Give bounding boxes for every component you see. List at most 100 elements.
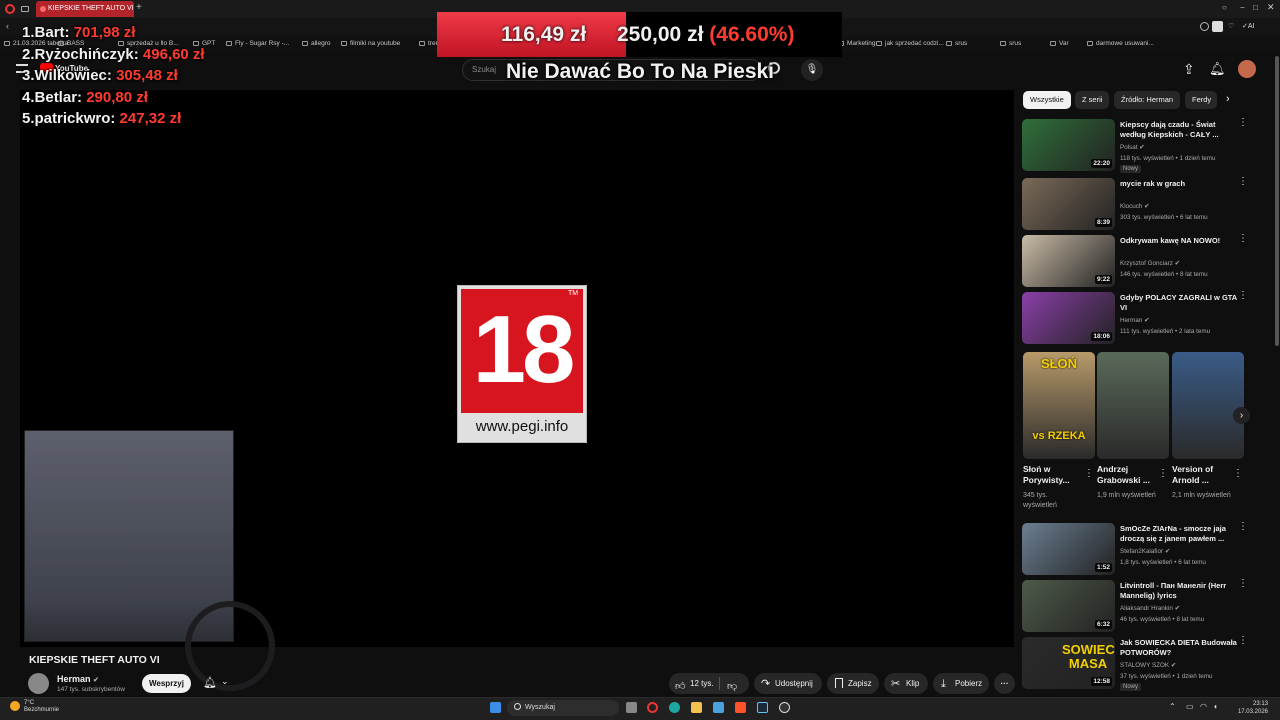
more-options-icon[interactable]: ⋮ <box>1084 468 1094 479</box>
notepad-icon[interactable] <box>713 702 724 713</box>
like-count[interactable]: 12 tys. <box>690 673 714 694</box>
video-thumbnail[interactable]: 1:52 <box>1022 523 1115 575</box>
more-options-icon[interactable]: ⋮ <box>1238 118 1248 128</box>
video-thumbnail[interactable]: 6:32 <box>1022 580 1115 632</box>
back-icon[interactable]: ‹ <box>6 21 9 31</box>
shorts-next-icon[interactable]: › <box>1233 407 1250 424</box>
more-options-icon[interactable]: ⋮ <box>1238 177 1248 187</box>
network-icon[interactable]: ▭ <box>1186 702 1194 711</box>
brave-icon[interactable] <box>735 702 746 713</box>
maximize-icon[interactable]: − <box>1240 3 1245 12</box>
video-thumbnail[interactable]: SOWIECKA MASA 12:58 <box>1022 637 1115 689</box>
bookmark-item[interactable]: darmowe usuwani... <box>1087 40 1154 47</box>
ai-button[interactable]: ✓AI <box>1242 22 1255 30</box>
more-options-icon[interactable]: ⋮ <box>1238 234 1248 244</box>
task-view-icon[interactable] <box>626 702 637 713</box>
more-options-icon[interactable]: ⋮ <box>1238 522 1248 532</box>
taskbar-search[interactable]: Wyszukaj <box>507 700 619 716</box>
share-button[interactable]: ↷ Udostępnij <box>754 673 822 694</box>
more-options-icon[interactable]: ⋮ <box>1238 291 1248 301</box>
download-button[interactable]: ⤓ Pobierz <box>933 673 989 694</box>
subscribe-bell-button[interactable]: 🔔︎ ⌄ <box>200 674 236 693</box>
chip-source[interactable]: Źródło: Herman <box>1114 91 1181 109</box>
video-duration: 22:20 <box>1091 159 1112 168</box>
close-window-icon[interactable]: ✕ <box>1267 2 1275 13</box>
weather-widget[interactable]: 7°C Bezchmurnie <box>10 700 59 714</box>
channel-avatar[interactable] <box>28 673 49 694</box>
wifi-icon[interactable]: ◠ <box>1200 702 1207 711</box>
video-thumbnail[interactable]: 18:06 <box>1022 292 1115 344</box>
edge-icon[interactable] <box>669 702 680 713</box>
notifications-icon[interactable]: 🔔︎ <box>1209 61 1226 77</box>
volume-icon[interactable]: ◖ <box>1213 702 1218 711</box>
bookmark-item[interactable]: allegro <box>302 40 331 47</box>
short-title[interactable]: Andrzej Grabowski ... <box>1097 464 1155 486</box>
more-options-icon[interactable]: ⋮ <box>1233 468 1243 479</box>
like-icon[interactable]: 👍︎ <box>675 676 685 697</box>
bookmark-item[interactable]: filmiki na youtube <box>341 40 400 47</box>
taskbar-clock[interactable]: 23:13 17.03.2026 <box>1228 700 1268 716</box>
short-thumbnail[interactable] <box>1172 352 1244 459</box>
recommendation-channel[interactable]: Herman ✔ <box>1120 317 1149 324</box>
recommendation-title[interactable]: Gdyby POLACY ZAGRALI w GTA VI <box>1120 293 1240 313</box>
file-explorer-icon[interactable] <box>691 702 702 713</box>
clip-button[interactable]: ✂ Klip <box>884 673 928 694</box>
more-options-icon[interactable]: ⋮ <box>1158 468 1168 479</box>
obs-icon[interactable] <box>779 702 790 713</box>
opera-icon[interactable] <box>5 4 15 14</box>
chip-series[interactable]: Z serii <box>1075 91 1110 109</box>
new-tab-icon[interactable]: + <box>136 2 142 13</box>
profile-icon[interactable] <box>1212 21 1223 32</box>
bookmark-item[interactable]: srus <box>946 40 967 47</box>
steam-icon[interactable] <box>757 702 768 713</box>
short-thumbnail[interactable] <box>1097 352 1169 459</box>
dislike-icon[interactable]: 👎︎ <box>727 676 737 697</box>
video-thumbnail[interactable]: 8:39 <box>1022 178 1115 230</box>
channel-name[interactable]: Herman ✔ <box>57 674 99 684</box>
more-actions-button[interactable]: ··· <box>994 673 1015 694</box>
chevron-right-icon[interactable]: › <box>1226 93 1230 105</box>
chip-all[interactable]: Wszystkie <box>1023 91 1071 109</box>
recommendation-title[interactable]: Odkrywam kawę NA NOWO! <box>1120 236 1240 246</box>
leaderboard-row: 4.Betlar: 290,80 zł <box>22 87 262 109</box>
support-button[interactable]: Wesprzyj <box>142 674 191 693</box>
browser-tab[interactable]: KIEPSKIE THEFT AUTO VI <box>36 1 134 17</box>
short-thumbnail[interactable]: SŁOŃ vs RZEKA <box>1023 352 1095 459</box>
restore-icon[interactable]: □ <box>1253 3 1258 12</box>
recommendation-channel[interactable]: Polsat ✔ <box>1120 144 1145 151</box>
recommendation-channel[interactable]: Klocuch ✔ <box>1120 203 1149 210</box>
create-icon[interactable]: ⇪ <box>1183 61 1195 78</box>
short-title[interactable]: Słoń w Porywisty... <box>1023 464 1081 486</box>
chip-ferdy[interactable]: Ferdy <box>1185 91 1217 109</box>
recommendation-channel[interactable]: Stefan2Kalafior ✔ <box>1120 548 1170 555</box>
minimize-icon[interactable]: ○ <box>1222 3 1227 12</box>
recommendation-title[interactable]: Kiepscy dają czadu - Świat według Kiepsk… <box>1120 120 1240 140</box>
page-scrollbar[interactable] <box>1275 56 1279 346</box>
video-thumbnail[interactable]: 22:20 <box>1022 119 1115 171</box>
recommendation-channel[interactable]: Krzysztof Gonciarz ✔ <box>1120 260 1180 267</box>
recommendation-meta: 46 tys. wyświetleń • 8 lat temu <box>1120 616 1205 623</box>
short-title[interactable]: Version of Arnold ... <box>1172 464 1230 486</box>
bookmark-item[interactable]: Marketing <box>838 40 876 47</box>
more-options-icon[interactable]: ⋮ <box>1238 579 1248 589</box>
recommendation-title[interactable]: mycie rak w grach <box>1120 179 1240 189</box>
tab-menu-icon[interactable] <box>21 6 29 12</box>
tray-chevron-icon[interactable]: ⌃ <box>1169 702 1176 711</box>
recommendation-title[interactable]: SmOcZe ZIArNa - smocze jaja droczą się z… <box>1120 524 1240 544</box>
more-options-icon[interactable]: ⋮ <box>1238 636 1248 646</box>
verified-icon: ✔ <box>1164 548 1171 555</box>
bookmark-item[interactable]: Var <box>1050 40 1069 47</box>
opera-taskbar-icon[interactable] <box>647 702 658 713</box>
recommendation-title[interactable]: Jak SOWIECKA DIETA Budowała POTWORÓW? <box>1120 638 1240 658</box>
recommendation-title[interactable]: Litvintroll - Пан Манеліг (Herr Mannelig… <box>1120 581 1240 601</box>
save-button[interactable]: Zapisz <box>827 673 879 694</box>
recommendation-channel[interactable]: STALOWY SZOK ✔ <box>1120 662 1176 669</box>
share-page-icon[interactable]: ♡ <box>1228 22 1234 30</box>
recommendation-channel[interactable]: Aliaksandr Hrankin ✔ <box>1120 605 1180 612</box>
start-icon[interactable] <box>490 702 501 713</box>
bookmark-item[interactable]: jak sprzedać codzi... <box>876 40 944 47</box>
bookmark-item[interactable]: srus <box>1000 40 1021 47</box>
avatar[interactable] <box>1238 60 1256 78</box>
extensions-icon[interactable] <box>1200 22 1209 31</box>
video-thumbnail[interactable]: 9:22 <box>1022 235 1115 287</box>
